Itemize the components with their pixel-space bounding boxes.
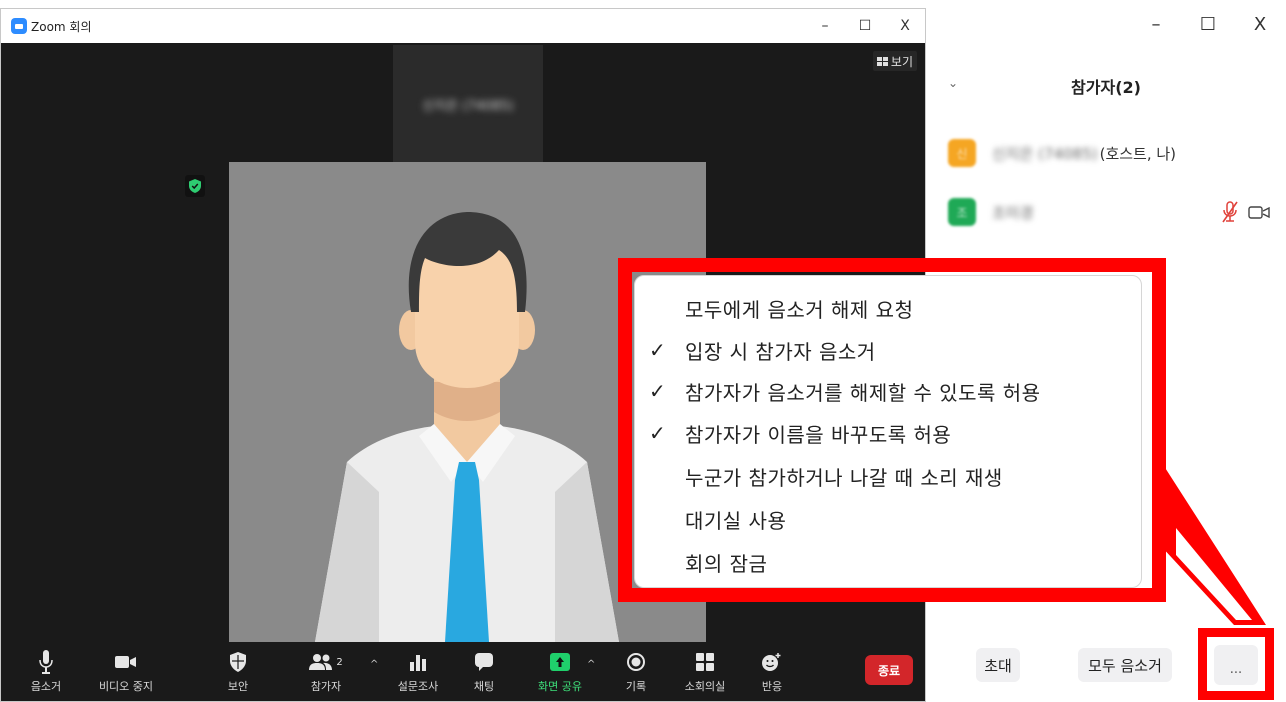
shield-icon	[230, 649, 246, 675]
participant-row[interactable]: 조 조미경	[948, 197, 1286, 227]
reactions-button[interactable]: 반응	[737, 649, 807, 694]
video-camera-icon[interactable]	[1248, 204, 1270, 220]
participant-role: (호스트, 나)	[1099, 144, 1177, 163]
menu-item-label: 대기실 사용	[685, 508, 787, 533]
menu-item-label: 참가자가 이름을 바꾸도록 허용	[685, 422, 952, 447]
participant-name-blurred: 신지은 (74085)	[992, 144, 1098, 163]
breakout-rooms-label: 소회의실	[684, 680, 726, 693]
end-meeting-button[interactable]: 종료	[865, 655, 913, 685]
menu-item-label: 참가자가 음소거를 해제할 수 있도록 허용	[685, 380, 1041, 405]
check-icon: ✓	[649, 338, 667, 362]
panel-minimize-button[interactable]: –	[1130, 6, 1182, 42]
panel-title: 참가자(2)	[1071, 78, 1141, 97]
close-button[interactable]: X	[885, 9, 925, 43]
menu-item-lock-meeting[interactable]: 회의 잠금	[635, 544, 1143, 580]
menu-item-ask-all-unmute[interactable]: 모두에게 음소거 해제 요청	[635, 290, 1143, 326]
menu-item-mute-on-entry[interactable]: ✓ 입장 시 참가자 음소거	[635, 332, 1143, 368]
more-options-button[interactable]: ...	[1214, 645, 1258, 685]
maximize-button[interactable]: ☐	[845, 9, 885, 43]
microphone-icon	[39, 649, 53, 675]
stop-video-label: 비디오 중지	[98, 680, 154, 693]
thumbnail-name: 신지은 (74085)	[422, 98, 514, 114]
security-button[interactable]: 보안	[203, 649, 273, 694]
check-icon: ✓	[649, 421, 667, 445]
security-label: 보안	[227, 680, 249, 693]
participant-name: 조미경	[992, 202, 1033, 223]
menu-item-allow-self-unmute[interactable]: ✓ 참가자가 음소거를 해제할 수 있도록 허용	[635, 373, 1143, 409]
participants-button[interactable]: 2 참가자	[291, 649, 361, 694]
stop-video-button[interactable]: 비디오 중지	[91, 649, 161, 694]
minimize-button[interactable]: –	[805, 9, 845, 43]
zoom-titlebar: Zoom 회의 – ☐ X	[1, 9, 925, 43]
record-button[interactable]: 기록	[601, 649, 671, 694]
record-label: 기록	[625, 680, 647, 693]
panel-close-button[interactable]: X	[1234, 6, 1286, 42]
record-icon	[627, 649, 645, 675]
view-button[interactable]: 보기	[872, 51, 917, 71]
participants-icon: 2	[309, 649, 343, 675]
share-caret-icon[interactable]: ^	[587, 659, 595, 670]
share-screen-button[interactable]: 화면 공유	[525, 649, 595, 694]
video-camera-icon	[115, 649, 137, 675]
share-screen-label: 화면 공유	[538, 680, 582, 693]
menu-item-label: 모두에게 음소거 해제 요청	[685, 297, 914, 322]
mute-label: 음소거	[30, 680, 62, 693]
menu-item-label: 누군가 참가하거나 나갈 때 소리 재생	[685, 465, 1003, 490]
menu-item-label: 회의 잠금	[685, 551, 768, 576]
window-controls: – ☐ X	[805, 9, 925, 43]
participants-more-menu: 모두에게 음소거 해제 요청 ✓ 입장 시 참가자 음소거 ✓ 참가자가 음소거…	[634, 275, 1142, 588]
mute-button[interactable]: 음소거	[11, 649, 81, 694]
meeting-toolbar: 음소거 비디오 중지 보안 2 참가자 ^ 설문조사 채팅 화면 공유 ^ 기록…	[1, 643, 925, 701]
menu-item-entry-exit-chime[interactable]: 누군가 참가하거나 나갈 때 소리 재생	[635, 458, 1143, 494]
window-title: Zoom 회의	[31, 19, 92, 34]
participants-caret-icon[interactable]: ^	[370, 659, 378, 670]
zoom-logo-icon	[11, 18, 27, 34]
participants-count: 2	[336, 656, 343, 668]
chat-button[interactable]: 채팅	[449, 649, 519, 694]
view-label: 보기	[890, 54, 913, 69]
reactions-label: 반응	[761, 680, 783, 693]
chat-bubble-icon	[475, 649, 493, 675]
bar-chart-icon	[409, 649, 427, 675]
muted-microphone-icon[interactable]	[1222, 201, 1238, 223]
check-icon: ✓	[649, 379, 667, 403]
breakout-rooms-icon	[696, 649, 714, 675]
participant-name: 신지은 (74085) (호스트, 나)	[992, 143, 1176, 164]
participant-thumbnail[interactable]: 신지은 (74085)	[393, 45, 543, 163]
share-screen-icon	[550, 649, 570, 675]
menu-item-label: 입장 시 참가자 음소거	[685, 339, 876, 364]
polls-button[interactable]: 설문조사	[383, 649, 453, 694]
participant-name-blurred: 조미경	[992, 203, 1034, 222]
mute-all-button[interactable]: 모두 음소거	[1078, 648, 1172, 682]
invite-button[interactable]: 초대	[976, 648, 1020, 682]
chat-label: 채팅	[473, 680, 495, 693]
avatar: 신	[948, 139, 976, 167]
security-shield-icon	[185, 175, 205, 197]
grid-view-icon	[876, 56, 888, 66]
panel-maximize-button[interactable]: ☐	[1182, 6, 1234, 42]
participant-status-icons	[1222, 201, 1270, 223]
menu-item-waiting-room[interactable]: 대기실 사용	[635, 501, 1143, 537]
menu-item-allow-rename[interactable]: ✓ 참가자가 이름을 바꾸도록 허용	[635, 415, 1143, 451]
breakout-rooms-button[interactable]: 소회의실	[670, 649, 740, 694]
panel-window-controls: – ☐ X	[1130, 6, 1286, 42]
polls-label: 설문조사	[397, 680, 439, 693]
smiley-add-icon	[761, 649, 783, 675]
avatar: 조	[948, 198, 976, 226]
participants-label: 참가자	[310, 680, 342, 693]
participant-row[interactable]: 신 신지은 (74085) (호스트, 나)	[948, 138, 1176, 168]
